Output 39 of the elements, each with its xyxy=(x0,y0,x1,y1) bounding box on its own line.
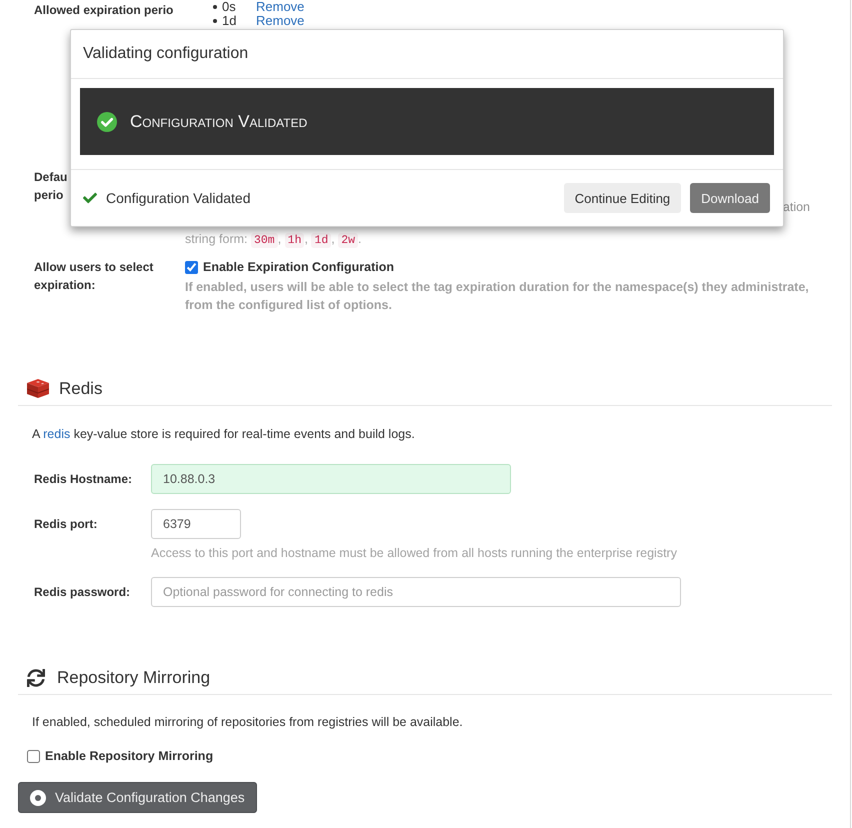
validate-button[interactable]: Validate Configuration Changes xyxy=(18,782,257,813)
help-text: Access to this port and hostname must be allowed from all hosts running the enterprise registry xyxy=(151,545,678,562)
section-title: Repository Mirroring xyxy=(57,668,210,688)
option-value: 0s xyxy=(222,0,237,14)
field-label: Redis password: xyxy=(34,584,132,601)
banner-text: Configuration Validated xyxy=(130,112,308,132)
remove-link[interactable]: Remove xyxy=(256,14,304,28)
checkbox[interactable] xyxy=(27,750,40,762)
check-icon xyxy=(83,191,97,205)
refresh-icon xyxy=(27,668,45,686)
help-text: ation xyxy=(782,199,810,216)
help-text: string form: 30m , 1h , 1d , 2w . xyxy=(185,231,362,250)
help-text: If enabled, users will be able to select the tag expiration duration for the namespace(s) they administrate, from the configured list of options. xyxy=(185,279,810,314)
dialog-title: Validating configuration xyxy=(83,45,248,63)
cube-stack-icon xyxy=(27,379,49,398)
checkbox-label: Enable Expiration Configuration xyxy=(203,259,394,276)
checkbox-label: Enable Repository Mirroring xyxy=(45,748,214,765)
remove-link[interactable]: Remove xyxy=(256,0,304,14)
field-label: Allow users to select expiration: xyxy=(34,259,154,294)
field-label: Redis Hostname: xyxy=(34,471,134,488)
section-title: Redis xyxy=(59,378,102,398)
number-field[interactable]: 6379 xyxy=(151,509,241,539)
check-circle-icon xyxy=(97,112,117,132)
mirroring-description: If enabled, scheduled mirroring of repositories from registries will be available. xyxy=(32,714,464,731)
password-field[interactable]: Optional password for connecting to redis xyxy=(151,577,681,607)
redis-link[interactable]: redis xyxy=(43,427,70,441)
text-field[interactable]: 10.88.0.3 xyxy=(151,464,511,494)
option-value: 1d xyxy=(222,14,238,28)
redis-description: A redis key-value store is required for real-time events and build logs. xyxy=(32,426,416,443)
bullet-icon xyxy=(213,5,217,9)
download-button[interactable]: Download xyxy=(690,183,770,213)
field-label: Allowed expiration perio xyxy=(34,2,174,19)
circle-dot-icon xyxy=(30,790,46,806)
field-label: Redis port: xyxy=(34,516,98,533)
status-text: Configuration Validated xyxy=(106,190,251,206)
bullet-icon xyxy=(213,19,217,23)
field-label: Defau perio xyxy=(34,169,68,204)
checkbox[interactable] xyxy=(185,260,198,274)
continue-button[interactable]: Continue Editing xyxy=(564,183,682,213)
